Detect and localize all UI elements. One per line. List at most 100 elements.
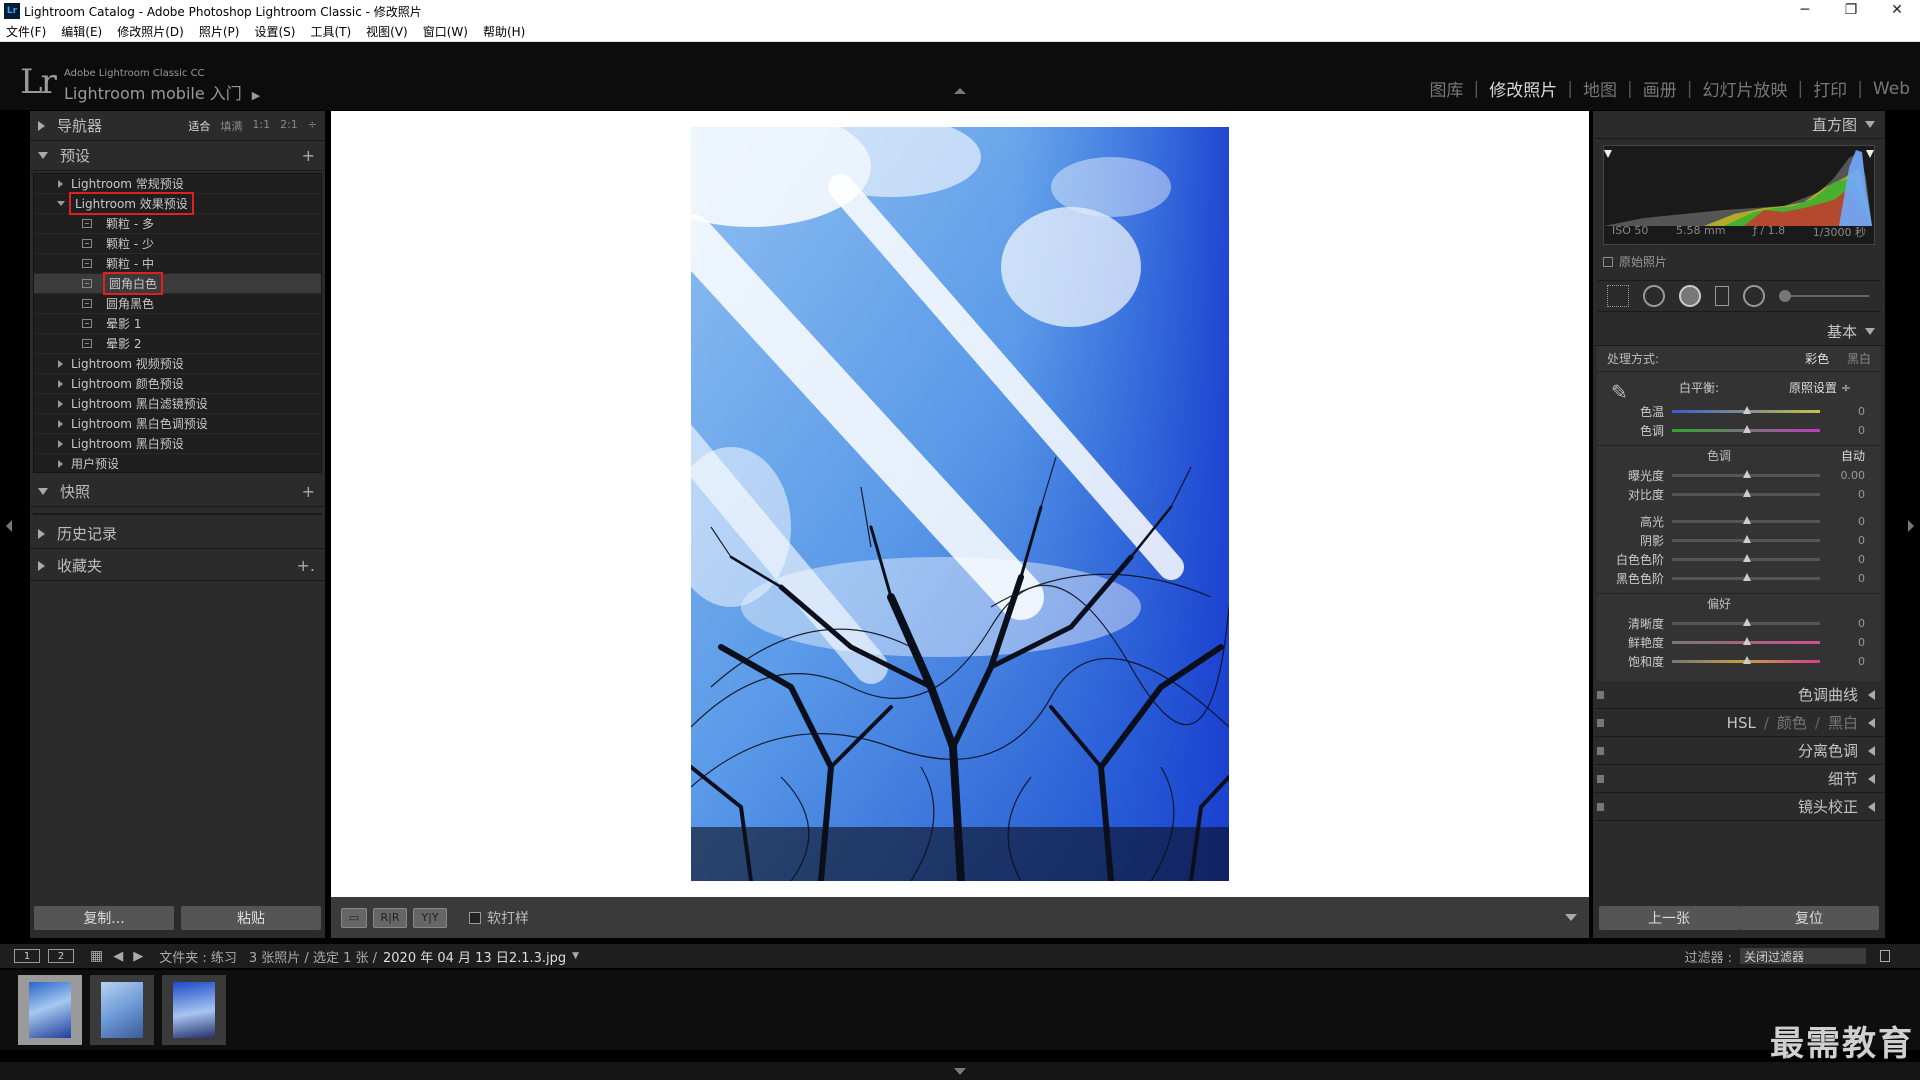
add-collection-icon[interactable]: +. [297, 556, 316, 575]
restore-icon[interactable]: ❐ [1828, 0, 1874, 22]
preset-folder[interactable]: Lightroom 常规预设 [34, 174, 321, 194]
slider-value[interactable]: 0 [1858, 655, 1865, 668]
screen-1-button[interactable]: 1 [14, 949, 40, 963]
forward-arrow-icon[interactable]: ▶ [133, 949, 143, 964]
filmstrip-thumb[interactable] [18, 975, 82, 1045]
slider-track[interactable] [1672, 618, 1820, 626]
filmstrip-thumb[interactable] [162, 975, 226, 1045]
reset-button[interactable]: 复位 [1739, 906, 1879, 930]
zoom-1-1[interactable]: 1:1 [252, 118, 270, 134]
slider-track[interactable] [1672, 554, 1820, 562]
toolbar-menu-arrow-icon[interactable] [1565, 914, 1577, 921]
detail-header[interactable]: 细节 [1593, 765, 1885, 793]
filmstrip-thumb[interactable] [90, 975, 154, 1045]
module-slideshow[interactable]: 幻灯片放映 [1702, 76, 1787, 101]
original-checkbox[interactable] [1603, 256, 1613, 267]
preset-folder[interactable]: Lightroom 黑白滤镜预设 [34, 394, 321, 414]
screen-2-button[interactable]: 2 [48, 949, 74, 963]
preset-item[interactable]: 圆角黑色 [34, 294, 321, 314]
slider-track[interactable] [1672, 656, 1820, 664]
zoom-fit[interactable]: 适合 [188, 118, 210, 134]
softproof-checkbox[interactable] [469, 911, 481, 924]
slider-value[interactable]: 0 [1858, 534, 1865, 547]
module-map[interactable]: 地图 [1583, 76, 1617, 101]
preset-item[interactable]: 圆角白色 [34, 272, 321, 295]
menu-settings[interactable]: 设置(S) [254, 23, 295, 40]
presets-header[interactable]: 预设 + [30, 141, 325, 171]
adjustment-brush-slider[interactable] [1779, 290, 1869, 302]
slider-value[interactable]: 0 [1858, 617, 1865, 630]
lens-correction-header[interactable]: 镜头校正 [1593, 793, 1885, 821]
slider-track[interactable] [1672, 535, 1820, 543]
slider-track[interactable] [1672, 425, 1820, 433]
slider-track[interactable] [1672, 573, 1820, 581]
slider-handle[interactable] [1743, 618, 1751, 626]
treatment-color[interactable]: 彩色 [1805, 352, 1829, 366]
preset-item[interactable]: 颗粒 - 少 [34, 234, 321, 254]
slider-value[interactable]: 0 [1858, 405, 1865, 418]
module-library[interactable]: 图库 [1430, 76, 1464, 101]
bw-tab[interactable]: 黑白 [1828, 712, 1858, 733]
current-filename[interactable]: 2020 年 04 月 13 日2.1.3.jpg [383, 947, 566, 966]
previous-button[interactable]: 上一张 [1599, 906, 1739, 930]
panel-switch-icon[interactable] [1597, 719, 1604, 727]
slider-value[interactable]: 0 [1858, 515, 1865, 528]
history-header[interactable]: 历史记录 [30, 519, 325, 549]
menu-view[interactable]: 视图(V) [366, 23, 408, 40]
graduated-filter-icon[interactable] [1715, 286, 1729, 306]
slider-value[interactable]: 0 [1858, 572, 1865, 585]
tone-curve-header[interactable]: 色调曲线 [1593, 681, 1885, 709]
preset-folder[interactable]: Lightroom 黑白预设 [34, 434, 321, 454]
panel-switch-icon[interactable] [1597, 775, 1604, 783]
loupe-view-button[interactable]: ▭ [341, 907, 367, 928]
copy-button[interactable]: 复制... [34, 906, 174, 930]
show-original-row[interactable]: 原始照片 [1603, 253, 1875, 270]
preset-item[interactable]: 晕影 1 [34, 314, 321, 334]
zoom-fill[interactable]: 填满 [220, 118, 242, 134]
menu-file[interactable]: 文件(F) [6, 23, 46, 40]
spot-removal-icon[interactable] [1643, 285, 1665, 307]
color-tab[interactable]: 颜色 [1777, 712, 1807, 733]
slider-handle[interactable] [1743, 656, 1751, 664]
slider-track[interactable] [1672, 489, 1820, 497]
slider-track[interactable] [1672, 406, 1820, 414]
slider-track[interactable] [1672, 470, 1820, 478]
module-web[interactable]: Web [1873, 79, 1910, 99]
slider-handle[interactable] [1743, 489, 1751, 497]
menu-develop[interactable]: 修改照片(D) [117, 23, 184, 40]
add-preset-icon[interactable]: + [302, 146, 315, 165]
slider-handle[interactable] [1743, 535, 1751, 543]
folder-source[interactable]: 文件夹 : 练习 [159, 947, 237, 966]
preset-folder[interactable]: Lightroom 效果预设 [34, 192, 321, 215]
menu-window[interactable]: 窗口(W) [423, 23, 468, 40]
snapshots-header[interactable]: 快照 + [30, 477, 325, 507]
filter-select[interactable]: 关闭过滤器 [1740, 948, 1866, 964]
wb-select[interactable]: 原照设置 ÷ [1789, 379, 1851, 396]
slider-handle[interactable] [1743, 470, 1751, 478]
slider-value[interactable]: 0 [1858, 553, 1865, 566]
grid-view-icon[interactable]: ▦ [90, 948, 103, 964]
close-icon[interactable]: ✕ [1874, 0, 1920, 22]
minimize-icon[interactable]: ─ [1782, 0, 1828, 22]
panel-switch-icon[interactable] [1597, 803, 1604, 811]
preset-folder[interactable]: Lightroom 颜色预设 [34, 374, 321, 394]
module-print[interactable]: 打印 [1813, 76, 1847, 101]
slider-value[interactable]: 0 [1858, 488, 1865, 501]
menu-edit[interactable]: 编辑(E) [61, 23, 102, 40]
slider-value[interactable]: 0 [1858, 424, 1865, 437]
redeye-tool-icon[interactable] [1679, 285, 1701, 307]
slider-handle[interactable] [1743, 637, 1751, 645]
eyedropper-icon[interactable]: ✎ [1611, 380, 1633, 404]
main-photo[interactable] [691, 127, 1229, 881]
slider-handle[interactable] [1743, 516, 1751, 524]
crop-tool-icon[interactable] [1607, 285, 1629, 307]
hsl-header[interactable]: HSL / 颜色 / 黑白 [1593, 709, 1885, 737]
paste-button[interactable]: 粘贴 [181, 906, 321, 930]
collapse-bottom-arrow-icon[interactable] [954, 1068, 966, 1075]
collapse-right-arrow-icon[interactable] [1908, 520, 1914, 532]
add-snapshot-icon[interactable]: + [302, 482, 315, 501]
slider-value[interactable]: 0 [1858, 636, 1865, 649]
filename-dropdown-icon[interactable]: ▼ [572, 951, 579, 961]
hsl-tab[interactable]: HSL [1727, 714, 1756, 732]
panel-switch-icon[interactable] [1597, 747, 1604, 755]
